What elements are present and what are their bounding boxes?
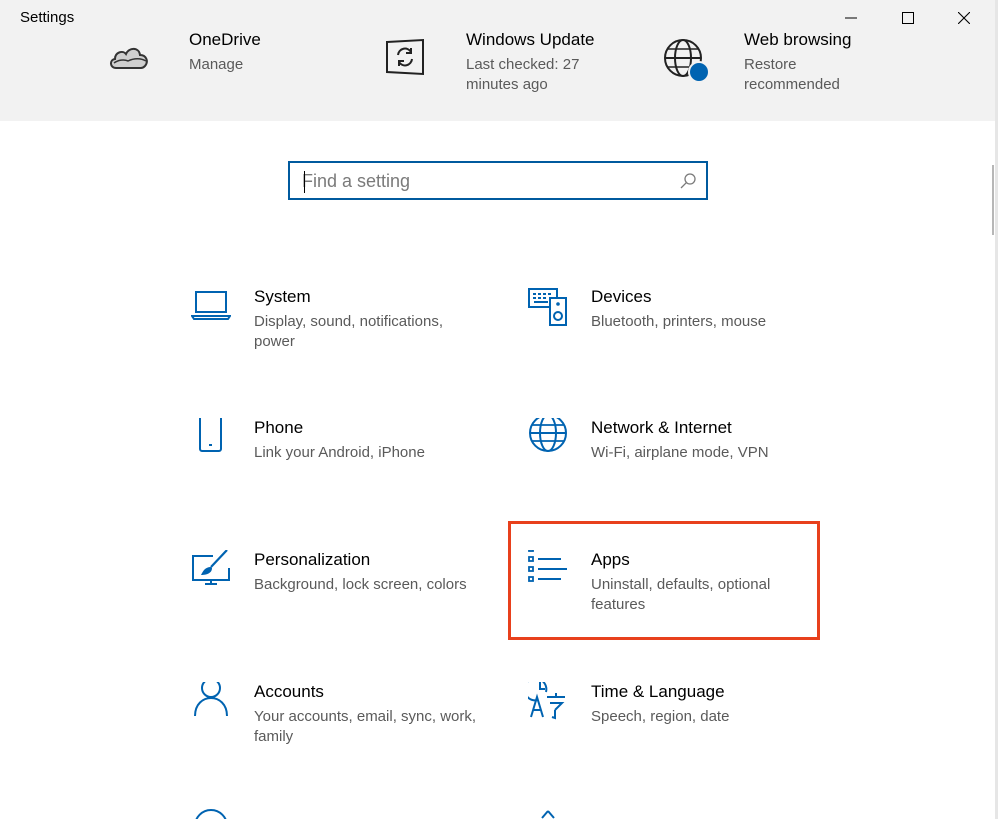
maximize-button[interactable] [885,0,931,36]
category-time-language[interactable]: Time & Language Speech, region, date [528,682,828,782]
person-icon [194,682,228,717]
time-language-icon [528,682,565,720]
category-subtitle: Background, lock screen, colors [254,576,467,593]
category-system[interactable]: System Display, sound, notifications, po… [191,287,491,387]
category-title: Accounts [254,682,324,701]
settings-window: Settings OneDrive Manage Windows Update … [0,0,998,819]
close-icon [958,12,970,24]
category-title: System [254,287,311,306]
paint-brush-icon [192,550,230,585]
category-title: Phone [254,418,304,437]
category-apps[interactable]: Apps Uninstall, defaults, optional featu… [528,550,828,650]
gaming-category-icon [541,810,555,819]
category-subtitle: Bluetooth, printers, mouse [591,313,767,330]
quick-action-title: Windows Update [466,30,595,49]
laptop-icon [191,291,231,320]
category-title: Apps [591,550,630,569]
category-subtitle: Link your Android, iPhone [254,444,425,461]
quick-action-subtitle: Restore recommended [744,56,840,93]
quick-action-web-browsing[interactable]: Web browsing Restore recommended [663,30,893,121]
category-title: Time & Language [591,682,725,701]
keyboard-speaker-icon [528,288,567,326]
search-box[interactable] [288,161,708,200]
phone-icon [199,418,222,452]
quick-action-subtitle: Manage [189,56,244,73]
scrollbar-thumb[interactable] [992,165,994,235]
text-caret [304,171,305,193]
category-title: Devices [591,287,652,306]
minimize-icon [845,17,857,19]
cloud-icon [110,47,148,69]
category-subtitle: Wi-Fi, airplane mode, VPN [591,444,769,461]
maximize-icon [902,12,914,24]
globe-alert-icon [664,39,710,83]
category-phone[interactable]: Phone Link your Android, iPhone [191,418,491,518]
quick-action-title: OneDrive [189,30,261,49]
close-button[interactable] [941,0,987,36]
category-subtitle: Your accounts, email, sync, work, family [254,708,477,745]
category-subtitle: Uninstall, defaults, optional features [591,576,771,613]
quick-action-subtitle: Last checked: 27 minutes ago [466,56,580,93]
category-subtitle: Display, sound, notifications, power [254,313,443,350]
search-category-icon [195,809,227,819]
category-devices[interactable]: Devices Bluetooth, printers, mouse [528,287,828,387]
category-accounts[interactable]: Accounts Your accounts, email, sync, wor… [191,682,491,782]
window-title: Settings [20,9,75,26]
apps-list-icon [528,550,567,582]
search-input[interactable] [302,168,672,194]
category-title: Personalization [254,550,371,569]
windows-update-icon [386,38,424,76]
quick-action-title: Web browsing [744,30,852,49]
globe-icon [529,418,567,452]
search-icon[interactable] [680,173,696,189]
quick-action-windows-update[interactable]: Windows Update Last checked: 27 minutes … [385,30,615,121]
quick-action-onedrive[interactable]: OneDrive Manage [108,30,338,121]
category-network-internet[interactable]: Network & Internet Wi-Fi, airplane mode,… [528,418,828,518]
quick-actions-header: OneDrive Manage Windows Update Last chec… [0,30,998,121]
category-personalization[interactable]: Personalization Background, lock screen,… [191,550,491,650]
category-subtitle: Speech, region, date [591,708,730,725]
category-title: Network & Internet [591,418,732,437]
